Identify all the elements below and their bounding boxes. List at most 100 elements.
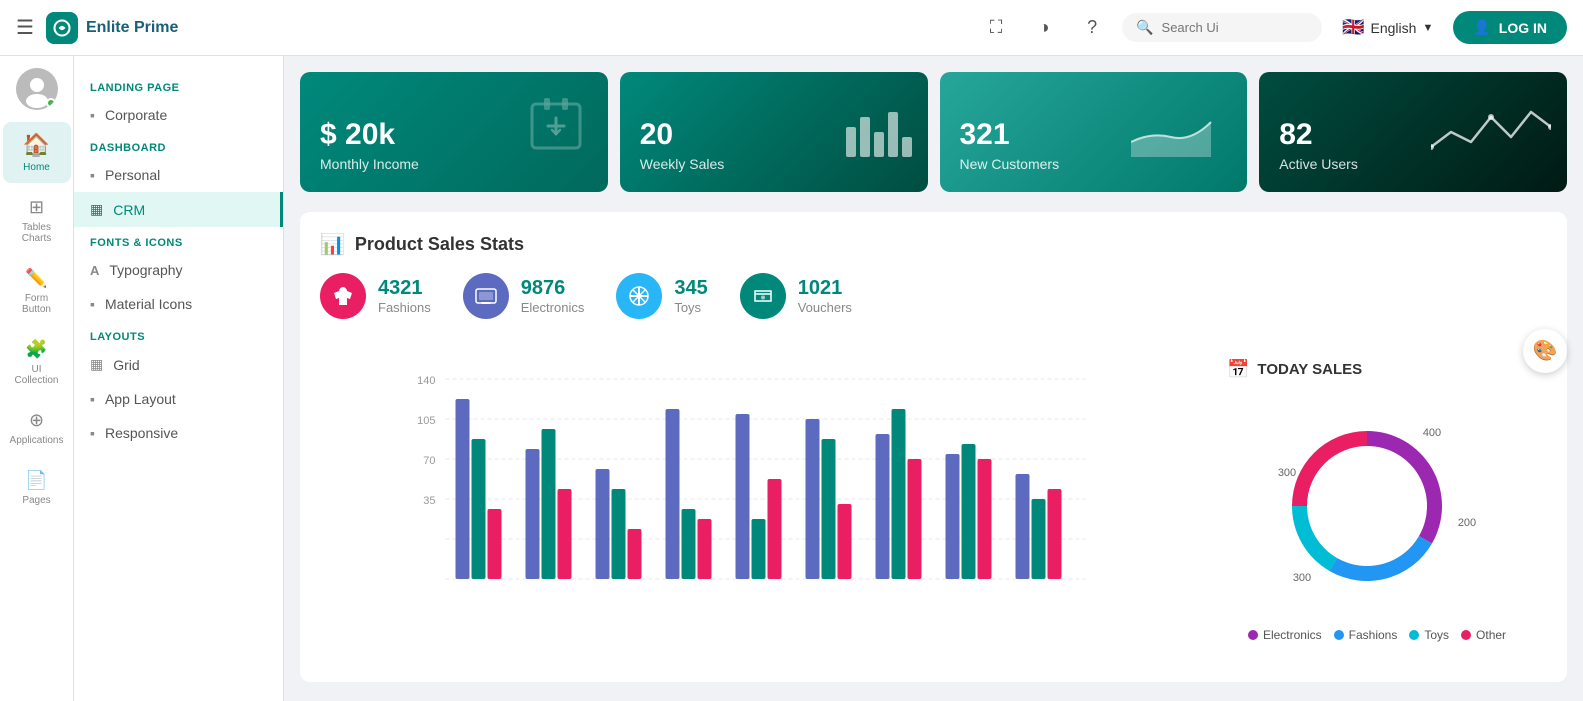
- app-logo[interactable]: Enlite Prime: [46, 12, 178, 44]
- section-dashboard: DASHBOARD: [74, 132, 283, 158]
- menu-item-crm-label: CRM: [113, 202, 145, 218]
- menu-item-responsive-label: Responsive: [105, 425, 178, 441]
- icon-sidebar: 🏠 Home ⊞ Tables Charts ✏️ Form Button 🧩 …: [0, 56, 74, 701]
- sidebar-item-apps-label: Applications: [10, 435, 64, 446]
- stat-cards-grid: $ 20k Monthly Income 20 Weekly Sales: [300, 72, 1567, 192]
- avatar: [16, 68, 58, 110]
- electronics-icon: [463, 273, 509, 319]
- home-icon: 🏠: [23, 132, 50, 158]
- today-sales-title: TODAY SALES: [1257, 361, 1362, 378]
- sidebar-item-pages[interactable]: 📄 Pages: [3, 460, 71, 516]
- app-layout-icon: ▪: [90, 391, 95, 407]
- fashions-info: 4321 Fashions: [378, 277, 431, 315]
- other-dot: [1461, 630, 1471, 640]
- menu-item-corporate[interactable]: ▪ Corporate: [74, 98, 283, 132]
- sidebar-item-form-button[interactable]: ✏️ Form Button: [3, 258, 71, 325]
- menu-item-personal[interactable]: ▪ Personal: [74, 158, 283, 192]
- floating-palette-button[interactable]: 🎨: [1523, 329, 1567, 373]
- menu-item-crm[interactable]: ▦ CRM: [74, 192, 283, 227]
- toys-dot: [1409, 630, 1419, 640]
- hamburger-menu[interactable]: ☰: [16, 15, 34, 40]
- typography-icon: A: [90, 263, 99, 278]
- donut-legend: Electronics Fashions Toys: [1248, 628, 1506, 642]
- toys-icon: [616, 273, 662, 319]
- sidebar-item-pages-label: Pages: [22, 495, 50, 506]
- search-input[interactable]: [1162, 20, 1309, 35]
- svg-text:400: 400: [1423, 427, 1441, 439]
- menu-item-app-layout-label: App Layout: [105, 391, 176, 407]
- section-landing-page: LANDING PAGE: [74, 72, 283, 98]
- menu-item-personal-label: Personal: [105, 167, 160, 183]
- calendar-icon: 📅: [1227, 359, 1249, 380]
- toys-legend-label: Toys: [1424, 628, 1449, 642]
- main-content: $ 20k Monthly Income 20 Weekly Sales: [284, 56, 1583, 701]
- chevron-down-icon: ▼: [1422, 22, 1433, 34]
- menu-sidebar: LANDING PAGE ▪ Corporate DASHBOARD ▪ Per…: [74, 56, 284, 701]
- svg-text:300: 300: [1293, 572, 1311, 584]
- login-button[interactable]: 👤 LOG IN: [1453, 11, 1567, 44]
- active-users-chart: [1431, 102, 1551, 162]
- menu-item-typography-label: Typography: [109, 262, 182, 278]
- grid-icon: ▦: [90, 356, 103, 373]
- legend-other: Other: [1461, 628, 1506, 642]
- weekly-sales-label: Weekly Sales: [640, 156, 908, 172]
- menu-item-material-icons[interactable]: ▪ Material Icons: [74, 287, 283, 321]
- menu-item-responsive[interactable]: ▪ Responsive: [74, 416, 283, 450]
- sales-stat-electronics: 9876 Electronics: [463, 273, 585, 319]
- logo-icon: [46, 12, 78, 44]
- responsive-icon: ▪: [90, 425, 95, 441]
- electronics-dot: [1248, 630, 1258, 640]
- section-layouts: LAYOUTS: [74, 321, 283, 347]
- sales-stat-toys: 345 Toys: [616, 273, 707, 319]
- sidebar-item-ui-collection[interactable]: 🧩 UI Collection: [3, 329, 71, 396]
- menu-item-grid[interactable]: ▦ Grid: [74, 347, 283, 382]
- menu-item-typography[interactable]: A Typography: [74, 253, 283, 287]
- top-navbar: ☰ Enlite Prime ⛶ ◑ ? 🔍 🇬🇧 English ▼ 👤 LO…: [0, 0, 1583, 56]
- today-sales-header: 📅 TODAY SALES: [1227, 359, 1527, 380]
- crm-icon: ▦: [90, 201, 103, 218]
- login-label: LOG IN: [1499, 20, 1547, 36]
- sales-stat-vouchers: 1021 Vouchers: [740, 273, 852, 319]
- flag-icon: 🇬🇧: [1342, 17, 1364, 38]
- fashion-icon: [320, 273, 366, 319]
- sidebar-item-applications[interactable]: ⊕ Applications: [3, 400, 71, 456]
- section-fonts-icons: FONTS & ICONS: [74, 227, 283, 253]
- svg-text:35: 35: [423, 495, 435, 507]
- svg-text:105: 105: [417, 415, 435, 427]
- sidebar-item-tables-label: Tables Charts: [11, 222, 63, 244]
- language-label: English: [1371, 20, 1417, 36]
- bar-chart-container: 140 105 70 35: [340, 359, 1171, 599]
- legend-electronics: Electronics: [1248, 628, 1322, 642]
- new-customers-chart: [1131, 102, 1231, 162]
- menu-item-grid-label: Grid: [113, 357, 139, 373]
- stat-card-weekly-sales: 20 Weekly Sales: [620, 72, 928, 192]
- sidebar-item-tables-charts[interactable]: ⊞ Tables Charts: [3, 187, 71, 254]
- stat-card-active-users: 82 Active Users: [1259, 72, 1567, 192]
- sidebar-item-home[interactable]: 🏠 Home: [3, 122, 71, 183]
- fashions-number: 4321: [378, 277, 431, 300]
- sales-stat-fashions: 4321 Fashions: [320, 273, 431, 319]
- vouchers-number: 1021: [798, 277, 852, 300]
- vouchers-icon: [740, 273, 786, 319]
- contrast-icon[interactable]: ◑: [1026, 10, 1062, 46]
- language-selector[interactable]: 🇬🇧 English ▼: [1334, 13, 1441, 42]
- toys-label: Toys: [674, 300, 707, 315]
- material-icon: ▪: [90, 296, 95, 312]
- toys-number: 345: [674, 277, 707, 300]
- donut-container: 400 200 300 300 Electronics: [1227, 396, 1527, 642]
- legend-fashions: Fashions: [1334, 628, 1398, 642]
- donut-chart-svg: 400 200 300 300: [1257, 396, 1497, 616]
- menu-item-app-layout[interactable]: ▪ App Layout: [74, 382, 283, 416]
- sales-stats-row: 4321 Fashions 9876 Electronics: [320, 273, 1547, 319]
- svg-text:200: 200: [1458, 517, 1476, 529]
- sidebar-item-ui-label: UI Collection: [11, 364, 63, 386]
- toys-info: 345 Toys: [674, 277, 707, 315]
- electronics-info: 9876 Electronics: [521, 277, 585, 315]
- help-icon[interactable]: ?: [1074, 10, 1110, 46]
- electronics-label: Electronics: [521, 300, 585, 315]
- tables-icon: ⊞: [29, 197, 44, 218]
- charts-row: 140 105 70 35: [320, 339, 1547, 662]
- puzzle-icon: 🧩: [25, 339, 47, 360]
- fullscreen-icon[interactable]: ⛶: [978, 10, 1014, 46]
- search-box: 🔍: [1122, 13, 1322, 42]
